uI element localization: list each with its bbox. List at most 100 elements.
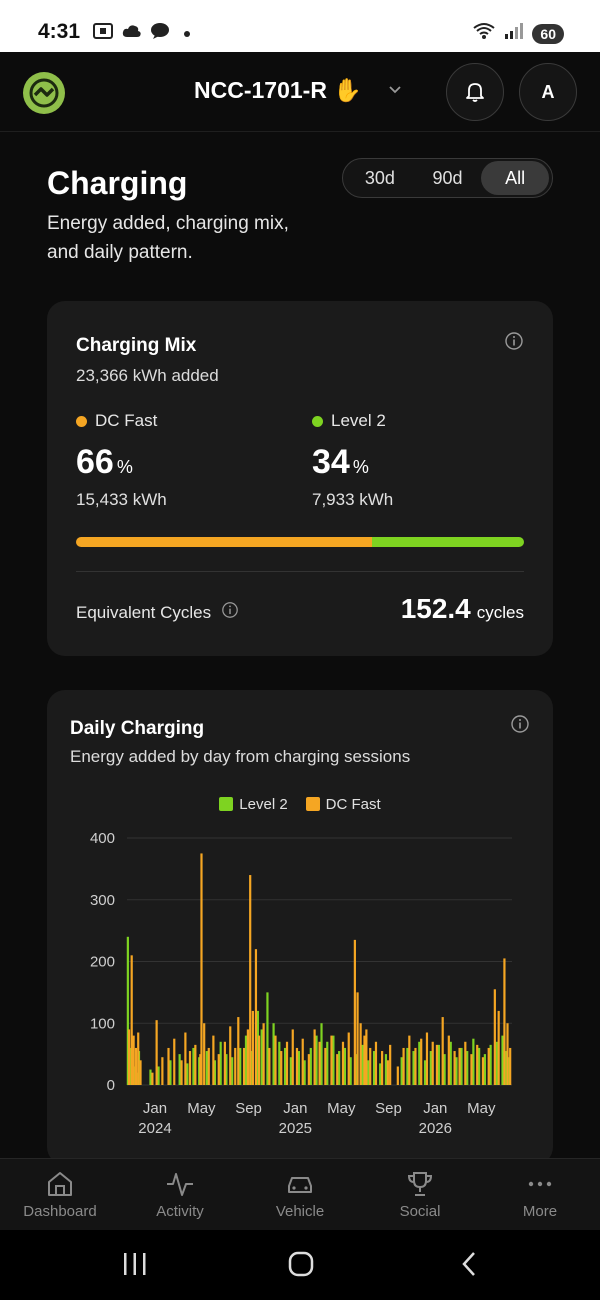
chart-bar-level-2 [437,1044,440,1085]
nav-label-activity: Activity [156,1203,204,1220]
back-button[interactable] [458,1250,480,1283]
chart-bar-level-2 [244,1035,248,1085]
chart-bar-level-2 [379,1063,382,1085]
daily-charging-card: Daily Charging Energy added by day from … [47,690,553,1165]
chart-bar-level-2 [260,1029,263,1085]
wifi-icon [472,22,496,45]
chart-bar-level-2 [303,1060,306,1085]
range-option-30d[interactable]: 30d [346,161,414,195]
chart-bar-dc-fast [194,1044,197,1085]
dc-fast-label: DC Fast [95,411,158,430]
chart-bar-level-2 [149,1069,152,1085]
nav-item-social[interactable]: Social [360,1159,480,1230]
chart-bar-dc-fast [318,1041,321,1085]
chart-bar-level-2 [239,1047,242,1085]
chart-bar-level-2 [489,1044,492,1085]
chart-bar-level-2 [384,1054,388,1085]
app-logo[interactable] [23,72,65,114]
more-icon [528,1181,552,1187]
equivalent-cycles-value-group: 152.4 cycles [401,593,524,625]
nav-item-vehicle[interactable]: Vehicle [240,1159,360,1230]
battery-indicator: 60 [532,23,564,44]
chevron-down-icon[interactable] [388,82,402,100]
chart-bar-dc-fast [262,1023,265,1085]
nav-item-dashboard[interactable]: Dashboard [0,1159,120,1230]
chart-bar-dc-fast [435,1044,439,1085]
divider [76,571,524,572]
chart-bar-dc-fast [425,1032,429,1085]
chart-bar-level-2 [495,1041,498,1085]
activity-icon [167,1173,193,1196]
chart-bar-dc-fast [386,1060,389,1085]
level2-percent: 34 [312,443,350,481]
chart-bar-dc-fast [447,1035,450,1085]
chart-bar-dc-fast [254,949,258,1085]
chart-bar-dc-fast [237,1017,240,1085]
chart-bar-level-2 [289,1057,292,1085]
chart-bar-level-2 [443,1054,446,1085]
notification-dot-icon [184,30,190,37]
chart-bar-dc-fast [493,989,496,1085]
nav-item-more[interactable]: More [480,1159,600,1230]
nav-label-more: More [522,1203,558,1220]
chart-bar-dc-fast [161,1057,164,1085]
mix-bar-dc-fast [76,537,372,547]
chart-bar-dc-fast [497,1010,500,1085]
dc-fast-stat: DC Fast 66% 15,433 kWh [76,411,167,510]
info-icon[interactable] [221,601,239,624]
chart-bar-level-2 [219,1041,222,1085]
home-button[interactable] [287,1250,315,1283]
chart-bar-dc-fast [234,1047,237,1085]
chart-bar-dc-fast [130,955,133,1085]
chart-bar-dc-fast [184,1032,187,1085]
recent-apps-button[interactable] [122,1250,148,1283]
nav-label-social: Social [399,1203,441,1220]
chart-bar-dc-fast [188,1051,192,1085]
nav-item-activity[interactable]: Activity [120,1159,240,1230]
equivalent-cycles-row: Equivalent Cycles [76,601,239,624]
range-option-90d[interactable]: 90d [414,161,482,195]
system-navigation-bar [0,1230,600,1300]
x-tick-label: May [187,1100,216,1117]
bell-icon [466,83,484,102]
chart-bar-dc-fast [431,1041,434,1085]
avatar-button[interactable]: A [519,63,577,121]
dc-fast-dot [76,416,87,428]
chart-bar-level-2 [412,1051,415,1085]
chart-bar-level-2 [278,1041,281,1085]
x-tick-label: Jan [283,1100,307,1117]
chart-bar-dc-fast [324,1047,327,1085]
chart-bar-dc-fast [257,1035,261,1085]
vehicle-selector-label[interactable]: NCC-1701-R ✋ [194,77,362,104]
chart-bar-dc-fast [503,958,506,1085]
chart-bar-level-2 [186,1063,189,1085]
app-header: NCC-1701-R ✋ A [0,52,600,132]
page-subtitle: Energy added, charging mix, and daily pa… [47,213,289,263]
chart-bar-dc-fast [353,939,356,1085]
range-option-all[interactable]: All [481,161,550,195]
charging-mix-total: 23,366 kWh added [76,366,219,385]
chart-bar-dc-fast [223,1041,226,1085]
chart-bar-level-2 [315,1035,318,1085]
daily-charging-chart: 400 300 200 100 0 Jan 2024 May Sep Jan 2025 May Sep J… [90,830,512,1137]
chart-bar-level-2 [326,1041,329,1085]
page-title: Charging [47,165,188,201]
status-icons-right: 60 [472,22,564,45]
x-tick-label: Jan [143,1100,167,1117]
trophy-icon [407,1172,433,1196]
chart-bar-level-2 [343,1047,347,1085]
y-tick-label: 300 [90,892,115,909]
chart-bar-level-2 [266,992,269,1085]
info-icon[interactable] [504,331,524,351]
notifications-button[interactable] [446,63,504,121]
chart-bar-dc-fast [509,1047,512,1085]
equivalent-cycles-value: 152.4 [400,593,471,624]
chart-bar-dc-fast [481,1057,485,1085]
chart-bar-dc-fast [365,1029,368,1085]
chart-bar-level-2 [367,1060,370,1085]
chart-bar-dc-fast [347,1032,350,1085]
chart-bar-dc-fast [207,1047,210,1085]
chart-bar-dc-fast [487,1047,490,1085]
chart-bar-dc-fast [127,1029,131,1085]
chart-bar-dc-fast [453,1051,456,1085]
